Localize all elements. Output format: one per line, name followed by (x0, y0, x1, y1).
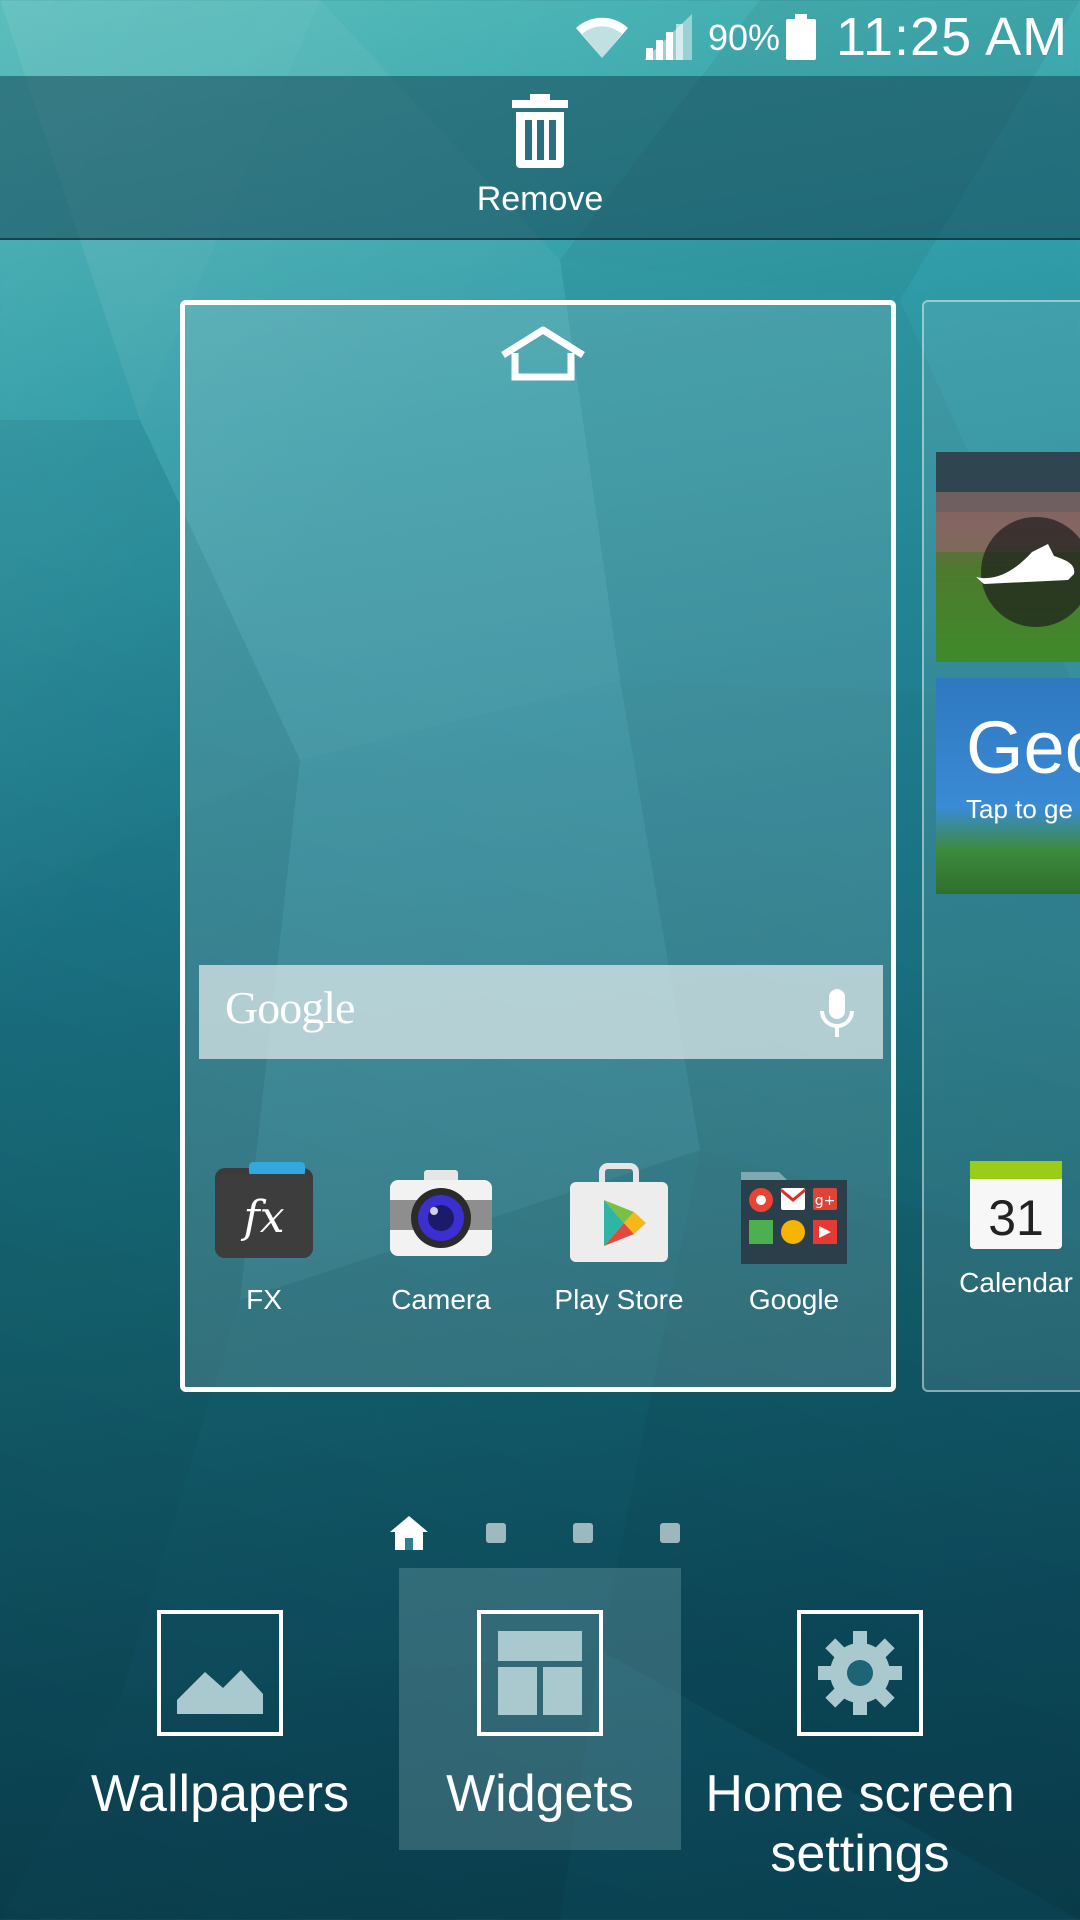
page-dot-3[interactable] (573, 1523, 593, 1543)
next-page-preview[interactable]: Geo Tap to ge 31 Calendar (922, 300, 1080, 1392)
google-logo: Google (225, 982, 355, 1033)
app-play-store[interactable]: Play Store (544, 1160, 694, 1316)
gear-icon (797, 1610, 923, 1736)
svg-text:g+: g+ (815, 1193, 836, 1209)
wifi-icon (576, 17, 628, 58)
home-icon[interactable] (498, 325, 588, 383)
remove-drop-target[interactable]: Remove (0, 76, 1080, 240)
battery-icon (786, 14, 816, 60)
svg-text:fx: fx (240, 1192, 284, 1243)
geo-subtitle: Tap to ge (966, 794, 1073, 824)
geo-title: Geo (966, 706, 1080, 789)
home-screen-settings-label: Home screen settings (705, 1765, 1015, 1883)
status-bar: 90% 11:25 AM (0, 0, 1080, 76)
app-google-folder[interactable]: g+ Google (719, 1160, 869, 1316)
google-folder-icon: g+ (741, 1172, 847, 1264)
fitness-widget[interactable] (936, 452, 1080, 662)
calendar-icon: 31 (970, 1161, 1062, 1249)
clock: 11:25 AM (836, 7, 1069, 67)
home-screen-settings-button[interactable]: Home screen settings (700, 1568, 1020, 1883)
page-dot-2[interactable] (486, 1523, 506, 1543)
wallpapers-label: Wallpapers (90, 1765, 350, 1823)
app-label: Camera (391, 1284, 491, 1315)
app-label: Play Store (554, 1284, 684, 1315)
wallpaper-icon (157, 1610, 283, 1736)
page-dot-4[interactable] (660, 1523, 680, 1543)
home-page-dot-icon[interactable] (390, 1516, 428, 1550)
camera-icon (390, 1170, 492, 1256)
remove-label: Remove (476, 180, 604, 218)
google-search-widget[interactable]: Google (199, 965, 883, 1059)
home-page-preview[interactable]: Google fx FX Camera Play Store g+ Google (180, 300, 896, 1392)
page-indicator (390, 1516, 680, 1550)
app-camera[interactable]: Camera (366, 1160, 516, 1316)
geo-widget[interactable]: Geo Tap to ge (936, 678, 1080, 894)
trash-icon (512, 94, 568, 168)
sneaker-icon (936, 452, 1080, 627)
widgets-icon (477, 1610, 603, 1736)
app-fx[interactable]: fx FX (189, 1160, 339, 1316)
calendar-day: 31 (988, 1190, 1044, 1246)
app-label: Calendar (959, 1267, 1073, 1298)
battery-percent: 90% (708, 17, 781, 58)
wallpapers-button[interactable]: Wallpapers (60, 1568, 380, 1850)
mic-icon[interactable] (817, 987, 857, 1039)
fx-icon: fx (215, 1162, 313, 1258)
widgets-button[interactable]: Widgets (399, 1568, 681, 1850)
app-calendar[interactable]: 31 Calendar (946, 1157, 1080, 1299)
app-label: Google (748, 1284, 840, 1315)
play-store-icon (570, 1163, 668, 1262)
widgets-label: Widgets (446, 1765, 634, 1823)
app-label: FX (246, 1284, 282, 1315)
signal-icon (644, 14, 692, 60)
